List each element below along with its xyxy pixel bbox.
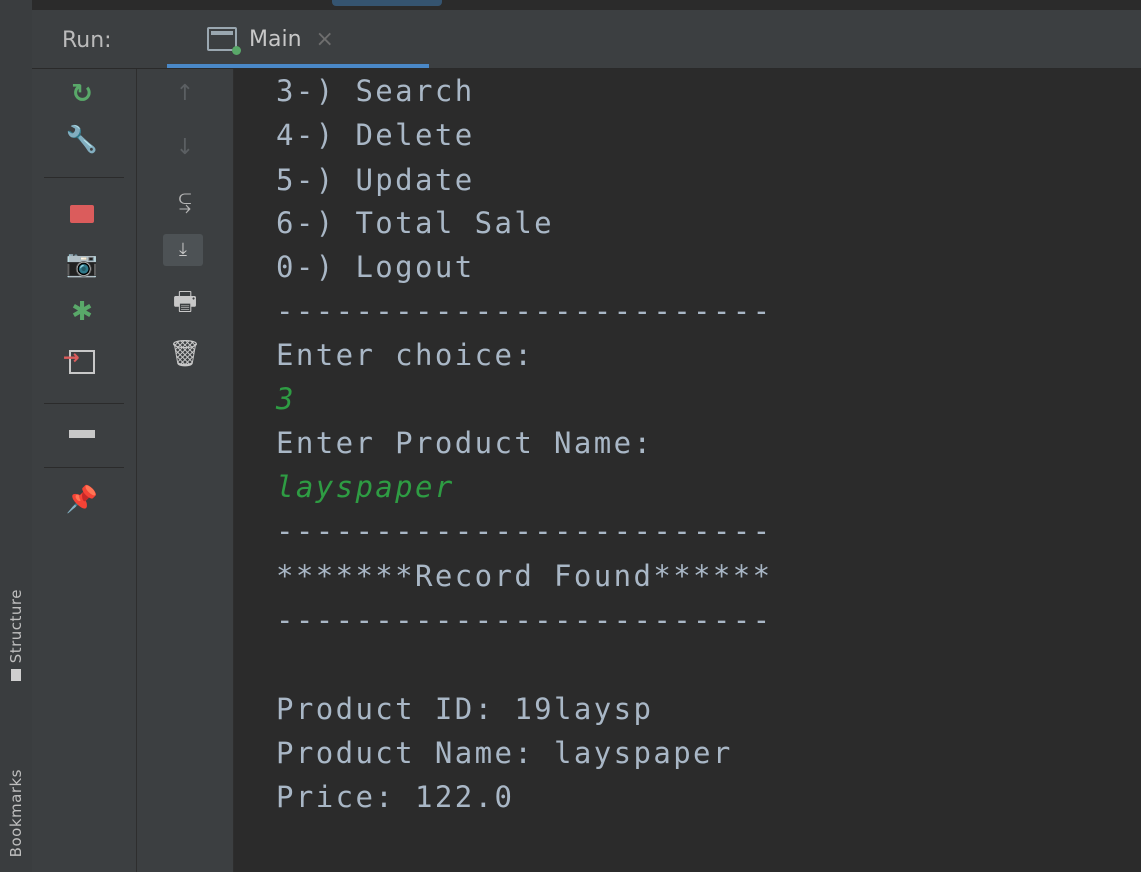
login-icon [63, 347, 95, 374]
side-tab-structure-label: Structure [7, 588, 25, 664]
scroll-to-end-button[interactable]: ⤓ [163, 233, 203, 267]
down-arrow-icon: ↓ [175, 135, 195, 160]
console-output-line: 6-) Total Sale [276, 206, 555, 240]
structure-icon [11, 669, 21, 682]
soft-wrap-icon: ⥹ [178, 189, 192, 214]
trash-icon: 🗑 [168, 339, 202, 369]
stop-button[interactable] [62, 197, 102, 231]
side-tab-bookmarks-label: Bookmarks [7, 769, 25, 858]
editor-edge [32, 0, 1141, 10]
console-output-line: 4-) Delete [276, 118, 475, 152]
soft-wrap-button[interactable]: ⥹ [165, 185, 205, 219]
console-output-line: ------------------------- [276, 514, 773, 548]
scroll-to-end-icon: ⤓ [163, 234, 203, 266]
run-panel-header: Run: Main × [32, 10, 1141, 69]
pin-tab-button[interactable]: 📌 [62, 483, 102, 517]
layout-icon [69, 426, 95, 442]
print-icon: 🖶 [172, 287, 198, 317]
console-output-line: 5-) Update [276, 163, 475, 197]
wrench-icon: 🔧 [65, 125, 99, 155]
console-output-line: Price: 122.0 [276, 780, 515, 814]
layout-button[interactable] [62, 417, 102, 451]
rerun-icon: ↻ [71, 79, 93, 109]
toolbar-separator [44, 403, 124, 404]
stop-icon [70, 205, 94, 223]
debug-button[interactable]: ✱ [62, 295, 102, 329]
print-button[interactable]: 🖶 [165, 285, 205, 319]
console-output-line: 0-) Logout [276, 250, 475, 284]
rerun-button[interactable]: ↻ [62, 77, 102, 111]
console-output-line: Product ID: 19laysp [276, 692, 654, 726]
console-output-line: ------------------------- [276, 603, 773, 637]
tab-main-title: Main [249, 26, 302, 52]
console-output-line: *******Record Found****** [276, 559, 773, 593]
console-output-line: 3-) Search [276, 74, 475, 108]
run-panel-label: Run: [62, 28, 112, 53]
pin-icon: 📌 [65, 485, 99, 515]
exit-button[interactable] [62, 345, 102, 379]
run-toolbar-secondary: ↑ ↓ ⥹ ⤓ 🖶 🗑 [137, 69, 234, 872]
dump-threads-button[interactable]: 📷 [62, 247, 102, 281]
console-output-line: Enter Product Name: [276, 426, 654, 460]
editor-edge-highlight [332, 0, 442, 6]
ide-run-window: Structure Bookmarks Run: Main × ↻ 🔧 📷 ✱ … [0, 0, 1141, 872]
console-output[interactable]: 3-) Search 4-) Delete 5-) Update 6-) Total … [234, 69, 1141, 872]
run-toolbar-primary: ↻ 🔧 📷 ✱ 📌 [32, 69, 137, 872]
modify-run-config-button[interactable]: 🔧 [62, 123, 102, 157]
console-output-line: ------------------------- [276, 294, 773, 328]
console-user-input-line: layspaper [276, 470, 455, 504]
previous-occurrence-button[interactable]: ↑ [165, 77, 205, 111]
active-tab-indicator [167, 64, 429, 68]
toolbar-separator [44, 177, 124, 178]
camera-icon: 📷 [65, 249, 99, 279]
side-tab-structure[interactable]: Structure [0, 560, 32, 710]
run-config-window-icon [207, 27, 241, 55]
tab-close-icon[interactable]: × [316, 27, 334, 52]
console-output-line: Product Name: layspaper [276, 736, 733, 770]
side-tab-bookmarks[interactable]: Bookmarks [0, 755, 32, 872]
clear-all-button[interactable]: 🗑 [165, 337, 205, 371]
console-user-input-line: 3 [276, 382, 296, 416]
console-output-line: Enter choice: [276, 338, 535, 372]
next-occurrence-button[interactable]: ↓ [165, 131, 205, 165]
debug-icon: ✱ [71, 297, 93, 327]
toolbar-separator [44, 467, 124, 468]
tool-window-side-bar: Structure Bookmarks [0, 0, 33, 872]
tab-main[interactable]: Main × [167, 10, 429, 68]
up-arrow-icon: ↑ [175, 81, 195, 106]
